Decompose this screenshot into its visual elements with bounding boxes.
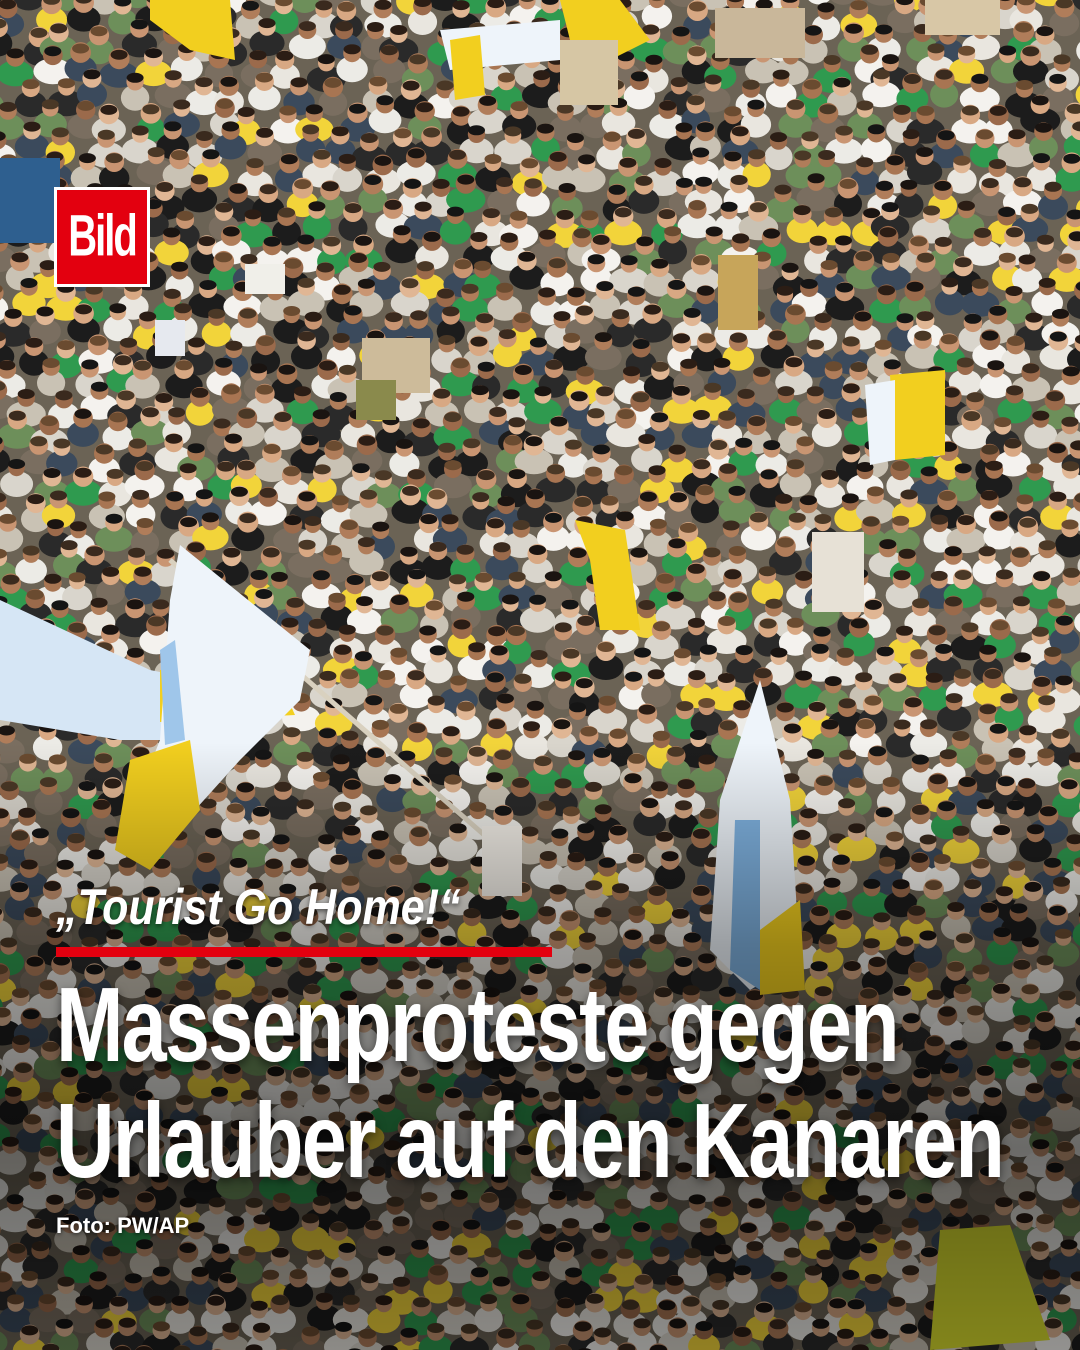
headline-line-2: Urlauber auf den Kanaren — [56, 1082, 1005, 1201]
photo-credit: Foto: PW/AP — [56, 1213, 190, 1238]
bild-logo: Bild — [54, 187, 150, 287]
headline-kicker: „Tourist Go Home!“ — [56, 879, 461, 935]
headline-line-1: Massenproteste gegen — [56, 966, 900, 1085]
kicker-underline — [56, 947, 552, 957]
bild-logo-text: Bild — [68, 204, 138, 269]
headline: Massenproteste gegen Urlauber auf den Ka… — [56, 968, 1055, 1199]
